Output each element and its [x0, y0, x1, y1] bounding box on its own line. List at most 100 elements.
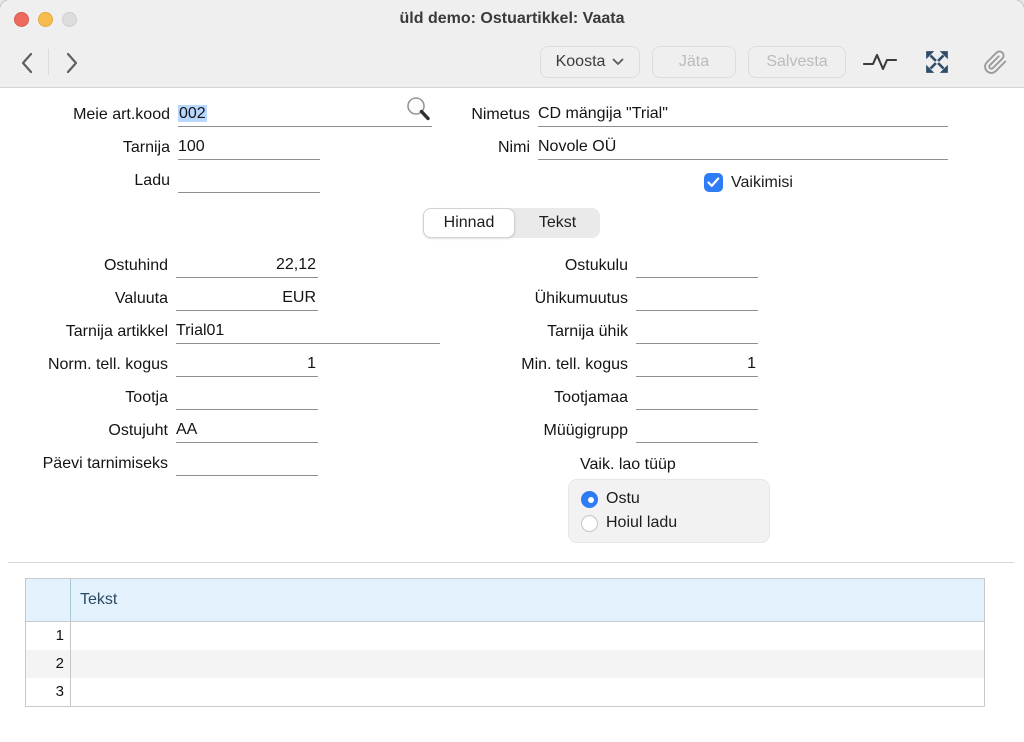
table-row: 3 — [26, 678, 984, 706]
window-chrome: üld demo: Ostuartikkel: Vaata Koosta Jät… — [0, 0, 1024, 88]
paperclip-icon[interactable] — [980, 46, 1010, 78]
jata-button-label: Jäta — [679, 53, 709, 71]
vaikimisi-checkbox-row: Vaikimisi — [704, 173, 793, 192]
salvesta-button-label: Salvesta — [766, 53, 827, 71]
field-tarnija-artikkel: Tarnija artikkel Trial01 — [0, 318, 440, 344]
radio-icon-selected — [581, 491, 598, 508]
field-tarnija-uhik: Tarnija ühik — [398, 318, 758, 344]
selected-text: 002 — [178, 105, 207, 122]
window-title: üld demo: Ostuartikkel: Vaata — [400, 10, 625, 28]
vaikimisi-checkbox[interactable] — [704, 173, 723, 192]
nimetus-input[interactable]: CD mängija "Trial" — [538, 102, 948, 127]
tab-bar: Hinnad Tekst — [423, 208, 600, 238]
tarnija-artikkel-label: Tarnija artikkel — [0, 320, 176, 344]
uhikumuutus-label: Ühikumuutus — [398, 287, 636, 311]
field-ostukulu: Ostukulu — [398, 252, 758, 278]
row-tekst-cell[interactable] — [71, 678, 984, 706]
radio-ostu-label: Ostu — [606, 490, 640, 508]
activity-icon[interactable] — [862, 46, 898, 78]
row-tekst-cell[interactable] — [71, 622, 984, 650]
check-icon — [707, 177, 720, 188]
chevron-left-icon — [19, 51, 35, 75]
min-tell-kogus-input[interactable]: 1 — [636, 352, 758, 377]
row-number[interactable]: 1 — [26, 622, 71, 650]
nav-divider — [48, 49, 49, 75]
radio-option-hoiul-ladu[interactable]: Hoiul ladu — [581, 512, 757, 534]
field-min-tell-kogus: Min. tell. kogus 1 — [398, 351, 758, 377]
forward-button[interactable] — [54, 46, 90, 80]
tootjamaa-input[interactable] — [636, 385, 758, 410]
jata-button: Jäta — [652, 46, 736, 78]
toolbar: Koosta Jäta Salvesta — [0, 38, 1024, 88]
ladu-input[interactable] — [178, 168, 320, 193]
radio-hoiul-ladu-label: Hoiul ladu — [606, 514, 677, 532]
expand-icon[interactable] — [922, 46, 952, 78]
section-divider — [8, 562, 1014, 563]
chevron-down-icon — [612, 58, 624, 66]
row-tekst-cell[interactable] — [71, 650, 984, 678]
ostuhind-label: Ostuhind — [0, 254, 176, 278]
tarnija-input[interactable]: 100 — [178, 135, 320, 160]
ostujuht-input[interactable]: AA — [176, 418, 318, 443]
row-number[interactable]: 3 — [26, 678, 71, 706]
row-number[interactable]: 2 — [26, 650, 71, 678]
titlebar[interactable]: üld demo: Ostuartikkel: Vaata — [0, 0, 1024, 38]
koosta-button-label: Koosta — [556, 53, 606, 71]
table-row: 2 — [26, 650, 984, 678]
tootja-input[interactable] — [176, 385, 318, 410]
chevron-right-icon — [64, 51, 80, 75]
field-nimi: Nimi Novole OÜ — [360, 134, 948, 160]
app-window: üld demo: Ostuartikkel: Vaata Koosta Jät… — [0, 0, 1024, 742]
radio-option-ostu[interactable]: Ostu — [581, 488, 757, 510]
valuuta-input[interactable]: EUR — [176, 286, 318, 311]
tarnija-label: Tarnija — [0, 136, 178, 160]
field-uhikumuutus: Ühikumuutus — [398, 285, 758, 311]
traffic-lights — [14, 0, 77, 38]
tekst-matrix: Tekst 1 2 3 — [25, 578, 985, 707]
field-valuuta: Valuuta EUR — [0, 285, 318, 311]
nimi-label: Nimi — [360, 136, 538, 160]
tarnija-uhik-label: Tarnija ühik — [398, 320, 636, 344]
field-tootja: Tootja — [0, 384, 318, 410]
close-button[interactable] — [14, 12, 29, 27]
ostujuht-label: Ostujuht — [0, 419, 176, 443]
table-row: 1 — [26, 622, 984, 650]
nimi-input[interactable]: Novole OÜ — [538, 135, 948, 160]
ladu-label: Ladu — [0, 169, 178, 193]
uhikumuutus-input[interactable] — [636, 286, 758, 311]
matrix-header-row: Tekst — [26, 579, 984, 622]
vaik-lao-tuup-label: Vaik. lao tüüp — [580, 456, 676, 474]
radio-icon-unselected — [581, 515, 598, 532]
vaik-lao-tuup-group: Ostu Hoiul ladu — [568, 479, 770, 543]
back-button[interactable] — [9, 46, 45, 80]
field-muugigrupp: Müügigrupp — [398, 417, 758, 443]
norm-tell-kogus-input[interactable]: 1 — [176, 352, 318, 377]
tootjamaa-label: Tootjamaa — [398, 386, 636, 410]
koosta-button[interactable]: Koosta — [540, 46, 640, 78]
field-tarnija: Tarnija 100 — [0, 134, 320, 160]
field-nimetus: Nimetus CD mängija "Trial" — [360, 101, 948, 127]
minimize-button[interactable] — [38, 12, 53, 27]
min-tell-kogus-label: Min. tell. kogus — [398, 353, 636, 377]
tootja-label: Tootja — [0, 386, 176, 410]
ostukulu-label: Ostukulu — [398, 254, 636, 278]
tarnija-uhik-input[interactable] — [636, 319, 758, 344]
nimetus-label: Nimetus — [360, 103, 538, 127]
field-norm-tell-kogus: Norm. tell. kogus 1 — [0, 351, 318, 377]
muugigrupp-label: Müügigrupp — [398, 419, 636, 443]
matrix-header-tekst: Tekst — [71, 579, 984, 621]
tab-hinnad[interactable]: Hinnad — [423, 208, 515, 238]
salvesta-button: Salvesta — [748, 46, 846, 78]
field-ostuhind: Ostuhind 22,12 — [0, 252, 318, 278]
tab-tekst[interactable]: Tekst — [515, 208, 600, 238]
meie-art-kood-label: Meie art.kood — [0, 103, 178, 127]
valuuta-label: Valuuta — [0, 287, 176, 311]
ostuhind-input[interactable]: 22,12 — [176, 253, 318, 278]
paevi-tarnimiseks-label: Päevi tarnimiseks — [0, 452, 176, 476]
muugigrupp-input[interactable] — [636, 418, 758, 443]
norm-tell-kogus-label: Norm. tell. kogus — [0, 353, 176, 377]
paevi-tarnimiseks-input[interactable] — [176, 451, 318, 476]
ostukulu-input[interactable] — [636, 253, 758, 278]
zoom-window-button[interactable] — [62, 12, 77, 27]
matrix-corner-cell — [26, 579, 71, 621]
